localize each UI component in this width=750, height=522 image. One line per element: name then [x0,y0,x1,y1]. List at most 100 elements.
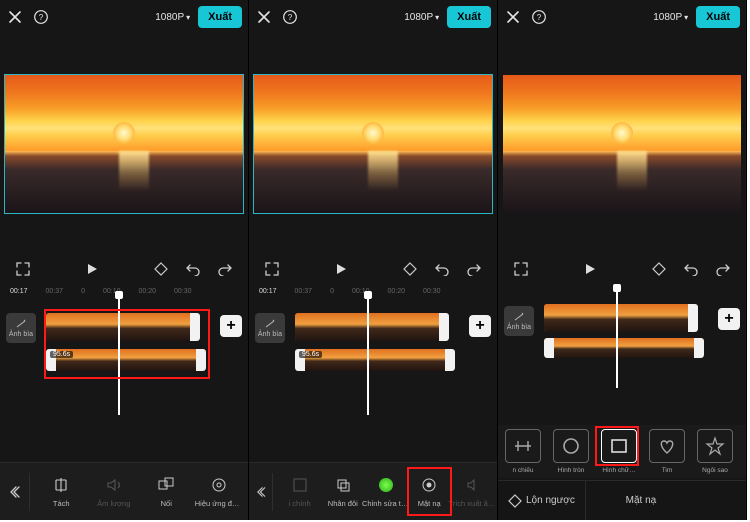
bottom-toolbar: i chính Nhân đôi Chỉnh sửa trên Hypic Mặ… [249,462,497,520]
phone-panel-2: ? 1080P▾ Xuất 00:17 00:37 0 00:10 00:20 … [249,0,498,520]
tool-animation[interactable]: Hiệu ứng động [194,469,245,514]
playhead[interactable] [616,286,618,388]
timeline-ruler: 00:17 00:37 0 00:10 00:20 00:30 [0,288,248,295]
help-icon[interactable]: ? [281,8,299,26]
close-icon[interactable] [6,8,24,26]
play-button[interactable] [332,260,350,278]
fullscreen-icon[interactable] [263,260,281,278]
tool-duplicate[interactable]: Nhân đôi [322,469,363,514]
keyframe-icon[interactable] [650,260,668,278]
tool-mask[interactable]: Mặt nạ [409,469,450,514]
add-clip-button[interactable]: + [220,315,242,337]
play-button[interactable] [83,260,101,278]
mask-footer: Lộn ngược Mặt nạ [498,480,746,520]
chevron-down-icon: ▾ [684,13,688,22]
timeline-tracks[interactable]: Ảnh bìa + [498,298,746,368]
mask-panel-title: Mặt nạ [586,495,696,506]
video-clip-main[interactable] [46,313,200,341]
phone-panel-1: ? 1080P ▾ Xuất 00:17 [0,0,249,520]
playhead[interactable] [367,293,369,415]
playback-controls [249,260,497,278]
fx-icon [209,475,229,495]
export-button[interactable]: Xuất [198,6,242,28]
resolution-label: 1080P [155,12,184,23]
video-clip-overlay[interactable]: 95.6s [295,349,455,371]
resolution-selector[interactable]: 1080P▾ [404,12,439,23]
adjust-icon [290,475,310,495]
video-preview[interactable] [253,74,493,214]
invert-button[interactable]: Lộn ngược [498,481,586,520]
bottom-toolbar: Tách Âm lượng Nối Hiệu ứng động [0,462,248,520]
add-clip-button[interactable]: + [718,308,740,330]
extract-audio-icon [462,475,482,495]
cover-button[interactable]: Ảnh bìa [6,313,36,343]
time-total: 00:37 [46,288,64,295]
timeline-ruler: 00:17 00:37 0 00:10 00:20 00:30 [249,288,497,295]
video-preview[interactable] [4,74,244,214]
video-clip-overlay[interactable]: 95.6s [46,349,206,371]
resolution-selector[interactable]: 1080P▾ [653,12,688,23]
duplicate-icon [333,475,353,495]
playback-controls [0,260,248,278]
top-bar: ? 1080P▾ Xuất [249,0,497,34]
redo-icon[interactable] [465,260,483,278]
help-icon[interactable]: ? [32,8,50,26]
undo-icon[interactable] [184,260,202,278]
split-icon [51,475,71,495]
video-clip-overlay[interactable] [544,338,704,358]
mask-shape-row: n chiếu Hình tròn Hình chữ… Tim Ngôi sao [498,425,746,478]
close-icon[interactable] [255,8,273,26]
cover-button[interactable]: Ảnh bìa [255,313,285,343]
playback-controls [498,260,746,278]
tool-join[interactable]: Nối [141,469,192,514]
volume-icon [104,475,124,495]
chevron-down-icon: ▾ [186,13,190,22]
fullscreen-icon[interactable] [512,260,530,278]
export-button[interactable]: Xuất [447,6,491,28]
mask-shape-circle[interactable]: Hình tròn [550,429,592,474]
hypic-icon [376,475,396,495]
play-button[interactable] [581,260,599,278]
keyframe-icon[interactable] [152,260,170,278]
timeline-tracks[interactable]: Ảnh bìa + 95.6s [249,305,497,395]
mask-icon [419,475,439,495]
overlay-icon [156,475,176,495]
svg-text:?: ? [288,13,293,22]
redo-icon[interactable] [714,260,732,278]
keyframe-icon[interactable] [401,260,419,278]
clip-duration-pill: 95.6s [50,351,73,358]
phone-panel-3: ? 1080P▾ Xuất Ảnh bìa + n chiếu Hình trò… [498,0,747,520]
video-clip-main[interactable] [544,304,698,332]
undo-icon[interactable] [433,260,451,278]
tool-adjust[interactable]: i chính [279,469,320,514]
help-icon[interactable]: ? [530,8,548,26]
back-button[interactable] [4,473,30,511]
video-clip-main[interactable] [295,313,449,341]
mask-shape-rect[interactable]: Hình chữ… [598,429,640,474]
top-bar: ? 1080P ▾ Xuất [0,0,248,34]
svg-text:?: ? [537,13,542,22]
close-icon[interactable] [504,8,522,26]
fullscreen-icon[interactable] [14,260,32,278]
export-button[interactable]: Xuất [696,6,740,28]
svg-text:?: ? [39,13,44,22]
top-bar: ? 1080P▾ Xuất [498,0,746,34]
undo-icon[interactable] [682,260,700,278]
mask-shape-heart[interactable]: Tim [646,429,688,474]
video-preview[interactable] [502,74,742,214]
tool-hypic[interactable]: Chỉnh sửa trên Hypic [365,469,406,514]
time-current: 00:17 [10,288,28,295]
resolution-selector[interactable]: 1080P ▾ [155,12,190,23]
add-clip-button[interactable]: + [469,315,491,337]
mask-shape-mirror[interactable]: n chiếu [502,429,544,474]
tool-split[interactable]: Tách [36,469,87,514]
timeline-tracks[interactable]: Ảnh bìa + 95.6s [0,305,248,395]
back-button[interactable] [253,473,273,511]
mask-shape-star[interactable]: Ngôi sao [694,429,736,474]
tool-volume[interactable]: Âm lượng [89,469,140,514]
redo-icon[interactable] [216,260,234,278]
chevron-down-icon: ▾ [435,13,439,22]
tool-extract-audio[interactable]: Trích xuất âm thanh [452,469,493,514]
cover-button[interactable]: Ảnh bìa [504,306,534,336]
playhead[interactable] [118,293,120,415]
